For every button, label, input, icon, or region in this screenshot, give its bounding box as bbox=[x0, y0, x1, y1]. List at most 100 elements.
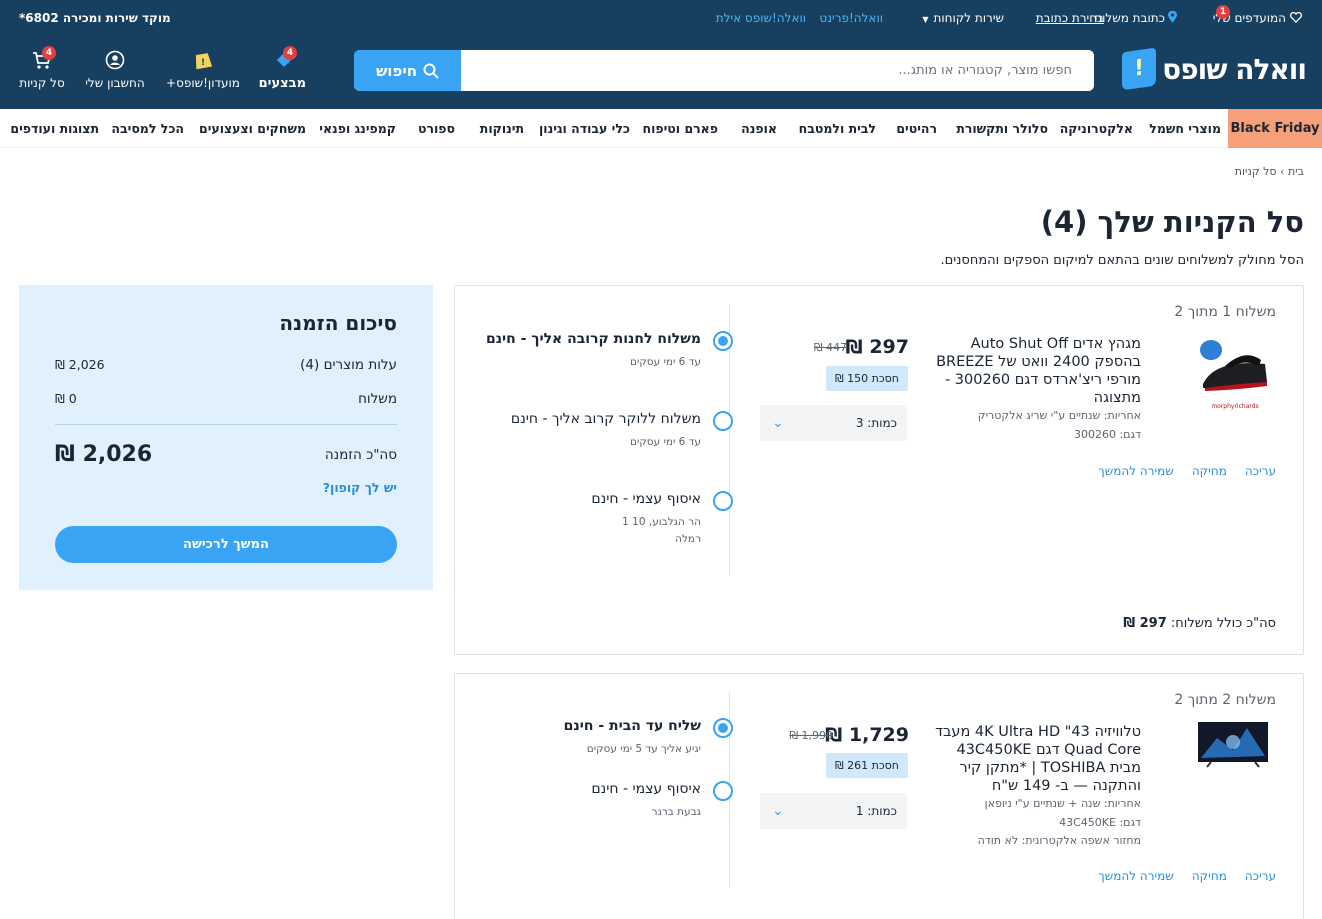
svg-text:morphyrichards: morphyrichards bbox=[1211, 403, 1258, 410]
quantity-label: כמות: 3 bbox=[855, 416, 897, 430]
radio-selected[interactable] bbox=[713, 718, 733, 738]
category-cellular[interactable]: סלולר ותקשורת bbox=[956, 121, 1048, 136]
product-model: דגם: 43C450KE bbox=[1059, 816, 1141, 829]
logo-text: וואלה שופס bbox=[1162, 52, 1307, 86]
savings-tag: חסכת 261 ₪ bbox=[826, 753, 908, 778]
shipment-header: משלוח 2 מתוך 2 bbox=[1174, 692, 1276, 708]
edit-button[interactable]: עריכה bbox=[1245, 464, 1276, 478]
steam-iron-image: morphyrichards bbox=[1200, 340, 1267, 410]
user-icon bbox=[105, 50, 125, 70]
club-button[interactable]: ! מועדון!שופס+ bbox=[166, 50, 240, 90]
category-sport[interactable]: ספורט bbox=[418, 121, 455, 136]
walla-print-link[interactable]: וואלה!פרינט bbox=[819, 11, 883, 25]
category-black-friday[interactable]: Black Friday bbox=[1228, 109, 1322, 148]
shipment-card: משלוח 1 מתוך 2 morphyrichards מגהץ אדים … bbox=[454, 285, 1304, 655]
quantity-label: כמות: 1 bbox=[855, 804, 897, 818]
ship-address-label: כתובת משלוח bbox=[1094, 11, 1165, 25]
product-model: דגם: 300260 bbox=[1073, 428, 1141, 441]
club-label: מועדון!שופס+ bbox=[166, 76, 240, 90]
logo-bag-icon: ! bbox=[1122, 47, 1157, 91]
svg-text:!: ! bbox=[201, 58, 205, 68]
shipment-total-value: 297 ₪ bbox=[1123, 616, 1167, 631]
summary-shipping-row: משלוח 0 ₪ bbox=[55, 391, 397, 407]
shipping-option-sub: עד 6 ימי עסקים bbox=[630, 356, 701, 368]
save-for-later-button[interactable]: שמירה להמשך bbox=[1098, 869, 1174, 883]
delete-button[interactable]: מחיקה bbox=[1192, 869, 1227, 883]
summary-title: סיכום הזמנה bbox=[279, 311, 397, 335]
summary-items-row: עלות מוצרים (4) 2,026 ₪ bbox=[55, 357, 397, 373]
category-electronics[interactable]: אלקטרוניקה bbox=[1060, 121, 1133, 136]
customer-service-label: שירות לקוחות bbox=[933, 11, 1004, 25]
coupon-link[interactable]: יש לך קופון? bbox=[323, 480, 397, 495]
site-logo[interactable]: וואלה שופס ! bbox=[1122, 47, 1307, 91]
shipping-option[interactable]: איסוף עצמי - חינם גבעת ברנר bbox=[481, 780, 733, 821]
account-label: החשבון שלי bbox=[85, 76, 145, 90]
radio-unselected[interactable] bbox=[713, 491, 733, 511]
category-toys[interactable]: משחקים וצעצועים bbox=[199, 121, 306, 136]
category-appliances[interactable]: מוצרי חשמל bbox=[1149, 121, 1221, 136]
product-title[interactable]: מגהץ אדים Auto Shut Off בהספק 2400 וואט … bbox=[935, 335, 1141, 407]
chevron-down-icon: ⌄ bbox=[772, 415, 784, 431]
shipping-option[interactable]: שליח עד הבית - חינם יגיע אליך עד 5 ימי ע… bbox=[481, 717, 733, 758]
radio-selected[interactable] bbox=[713, 331, 733, 351]
category-pharm[interactable]: פארם וטיפוח bbox=[643, 121, 718, 136]
summary-divider bbox=[55, 424, 397, 425]
choose-address-link[interactable]: בחירת כתובת bbox=[1036, 11, 1104, 25]
cart-badge: 4 bbox=[42, 46, 56, 60]
shipping-option[interactable]: משלוח לחנות קרובה אליך - חינם עד 6 ימי ע… bbox=[481, 330, 733, 371]
radio-unselected[interactable] bbox=[713, 411, 733, 431]
delete-button[interactable]: מחיקה bbox=[1192, 464, 1227, 478]
category-babies[interactable]: תינוקות bbox=[480, 121, 524, 136]
summary-total-value: 2,026 ₪ bbox=[55, 442, 153, 467]
summary-shipping-label: משלוח bbox=[358, 391, 397, 407]
shipping-option[interactable]: איסוף עצמי - חינם הר הגלבוע, 10 1 רמלה bbox=[481, 490, 733, 548]
radio-unselected[interactable] bbox=[713, 781, 733, 801]
club-bag-icon: ! bbox=[195, 53, 213, 70]
chevron-down-icon: ⌄ bbox=[772, 803, 784, 819]
tv-image bbox=[1198, 722, 1268, 768]
product-warranty: אחריות: שנה + שנתיים ע"י ניופאן bbox=[984, 797, 1141, 810]
search-input[interactable] bbox=[462, 50, 1094, 91]
walla-eilat-link[interactable]: וואלה!שופס אילת bbox=[716, 11, 806, 25]
shipping-option[interactable]: משלוח ללוקר קרוב אליך - חינם עד 6 ימי עס… bbox=[481, 410, 733, 451]
summary-shipping-value: 0 ₪ bbox=[55, 391, 77, 406]
shipment-total-label: סה"כ כולל משלוח: bbox=[1170, 616, 1276, 631]
shipping-option-sub: יגיע אליך עד 5 ימי עסקים bbox=[586, 743, 701, 755]
product-recycling: מחזור אשפה אלקטרונית: לא תודה bbox=[977, 834, 1141, 847]
checkout-button[interactable]: המשך לרכישה bbox=[55, 526, 397, 563]
category-camping[interactable]: קמפינג ופנאי bbox=[319, 121, 396, 136]
location-pin-icon bbox=[1168, 10, 1177, 23]
cart-label: סל קניות bbox=[19, 76, 65, 90]
account-button[interactable]: החשבון שלי bbox=[85, 50, 145, 90]
search-icon bbox=[423, 63, 439, 79]
customer-service-menu[interactable]: שירות לקוחות ▼ bbox=[922, 11, 1004, 25]
summary-total-label: סה"כ הזמנה bbox=[324, 446, 397, 463]
category-home-kitchen[interactable]: לבית ולמטבח bbox=[799, 121, 876, 136]
shipping-option-sub: הר הגלבוע, 10 1 רמלה bbox=[622, 516, 701, 545]
shipment-card: משלוח 2 מתוך 2 טלוויזיה 43" 4K Ultra HD … bbox=[454, 673, 1304, 919]
shipping-option-sub: עד 6 ימי עסקים bbox=[630, 436, 701, 448]
site-header: המועדפים שלי 1 כתובת משלוח בחירת כתובת ש… bbox=[0, 0, 1322, 109]
heart-icon bbox=[1289, 11, 1303, 23]
category-party[interactable]: הכל למסיבה bbox=[111, 121, 184, 136]
category-outlet[interactable]: תצוגות ועודפים bbox=[10, 121, 99, 136]
category-fashion[interactable]: אופנה bbox=[741, 121, 777, 136]
shipping-option-title: משלוח ללוקר קרוב אליך - חינם bbox=[510, 411, 701, 427]
category-furniture[interactable]: רהיטים bbox=[896, 121, 937, 136]
product-old-price: 1,990 ₪ bbox=[789, 729, 833, 742]
order-summary: סיכום הזמנה עלות מוצרים (4) 2,026 ₪ משלו… bbox=[19, 285, 433, 590]
search-button[interactable]: חיפוש bbox=[354, 50, 461, 91]
hotline: מוקד שירות ומכירה 6802* bbox=[19, 11, 171, 25]
quantity-selector[interactable]: כמות: 1 ⌄ bbox=[760, 793, 907, 829]
edit-button[interactable]: עריכה bbox=[1245, 869, 1276, 883]
deals-badge: 4 bbox=[283, 46, 297, 60]
breadcrumb[interactable]: בית › סל קניות bbox=[1235, 165, 1304, 178]
shipping-option-title: איסוף עצמי - חינם bbox=[591, 781, 701, 797]
quantity-selector[interactable]: כמות: 3 ⌄ bbox=[760, 405, 907, 441]
deals-label: מבצעים bbox=[258, 76, 306, 91]
save-for-later-button[interactable]: שמירה להמשך bbox=[1098, 464, 1174, 478]
category-tools-garden[interactable]: כלי עבודה וגינון bbox=[539, 121, 630, 136]
search-bar: חיפוש bbox=[354, 50, 1094, 91]
shipment-total: סה"כ כולל משלוח: 297 ₪ bbox=[1123, 616, 1276, 631]
product-title[interactable]: טלוויזיה 43" 4K Ultra HD מעבד Quad Core … bbox=[935, 723, 1141, 795]
